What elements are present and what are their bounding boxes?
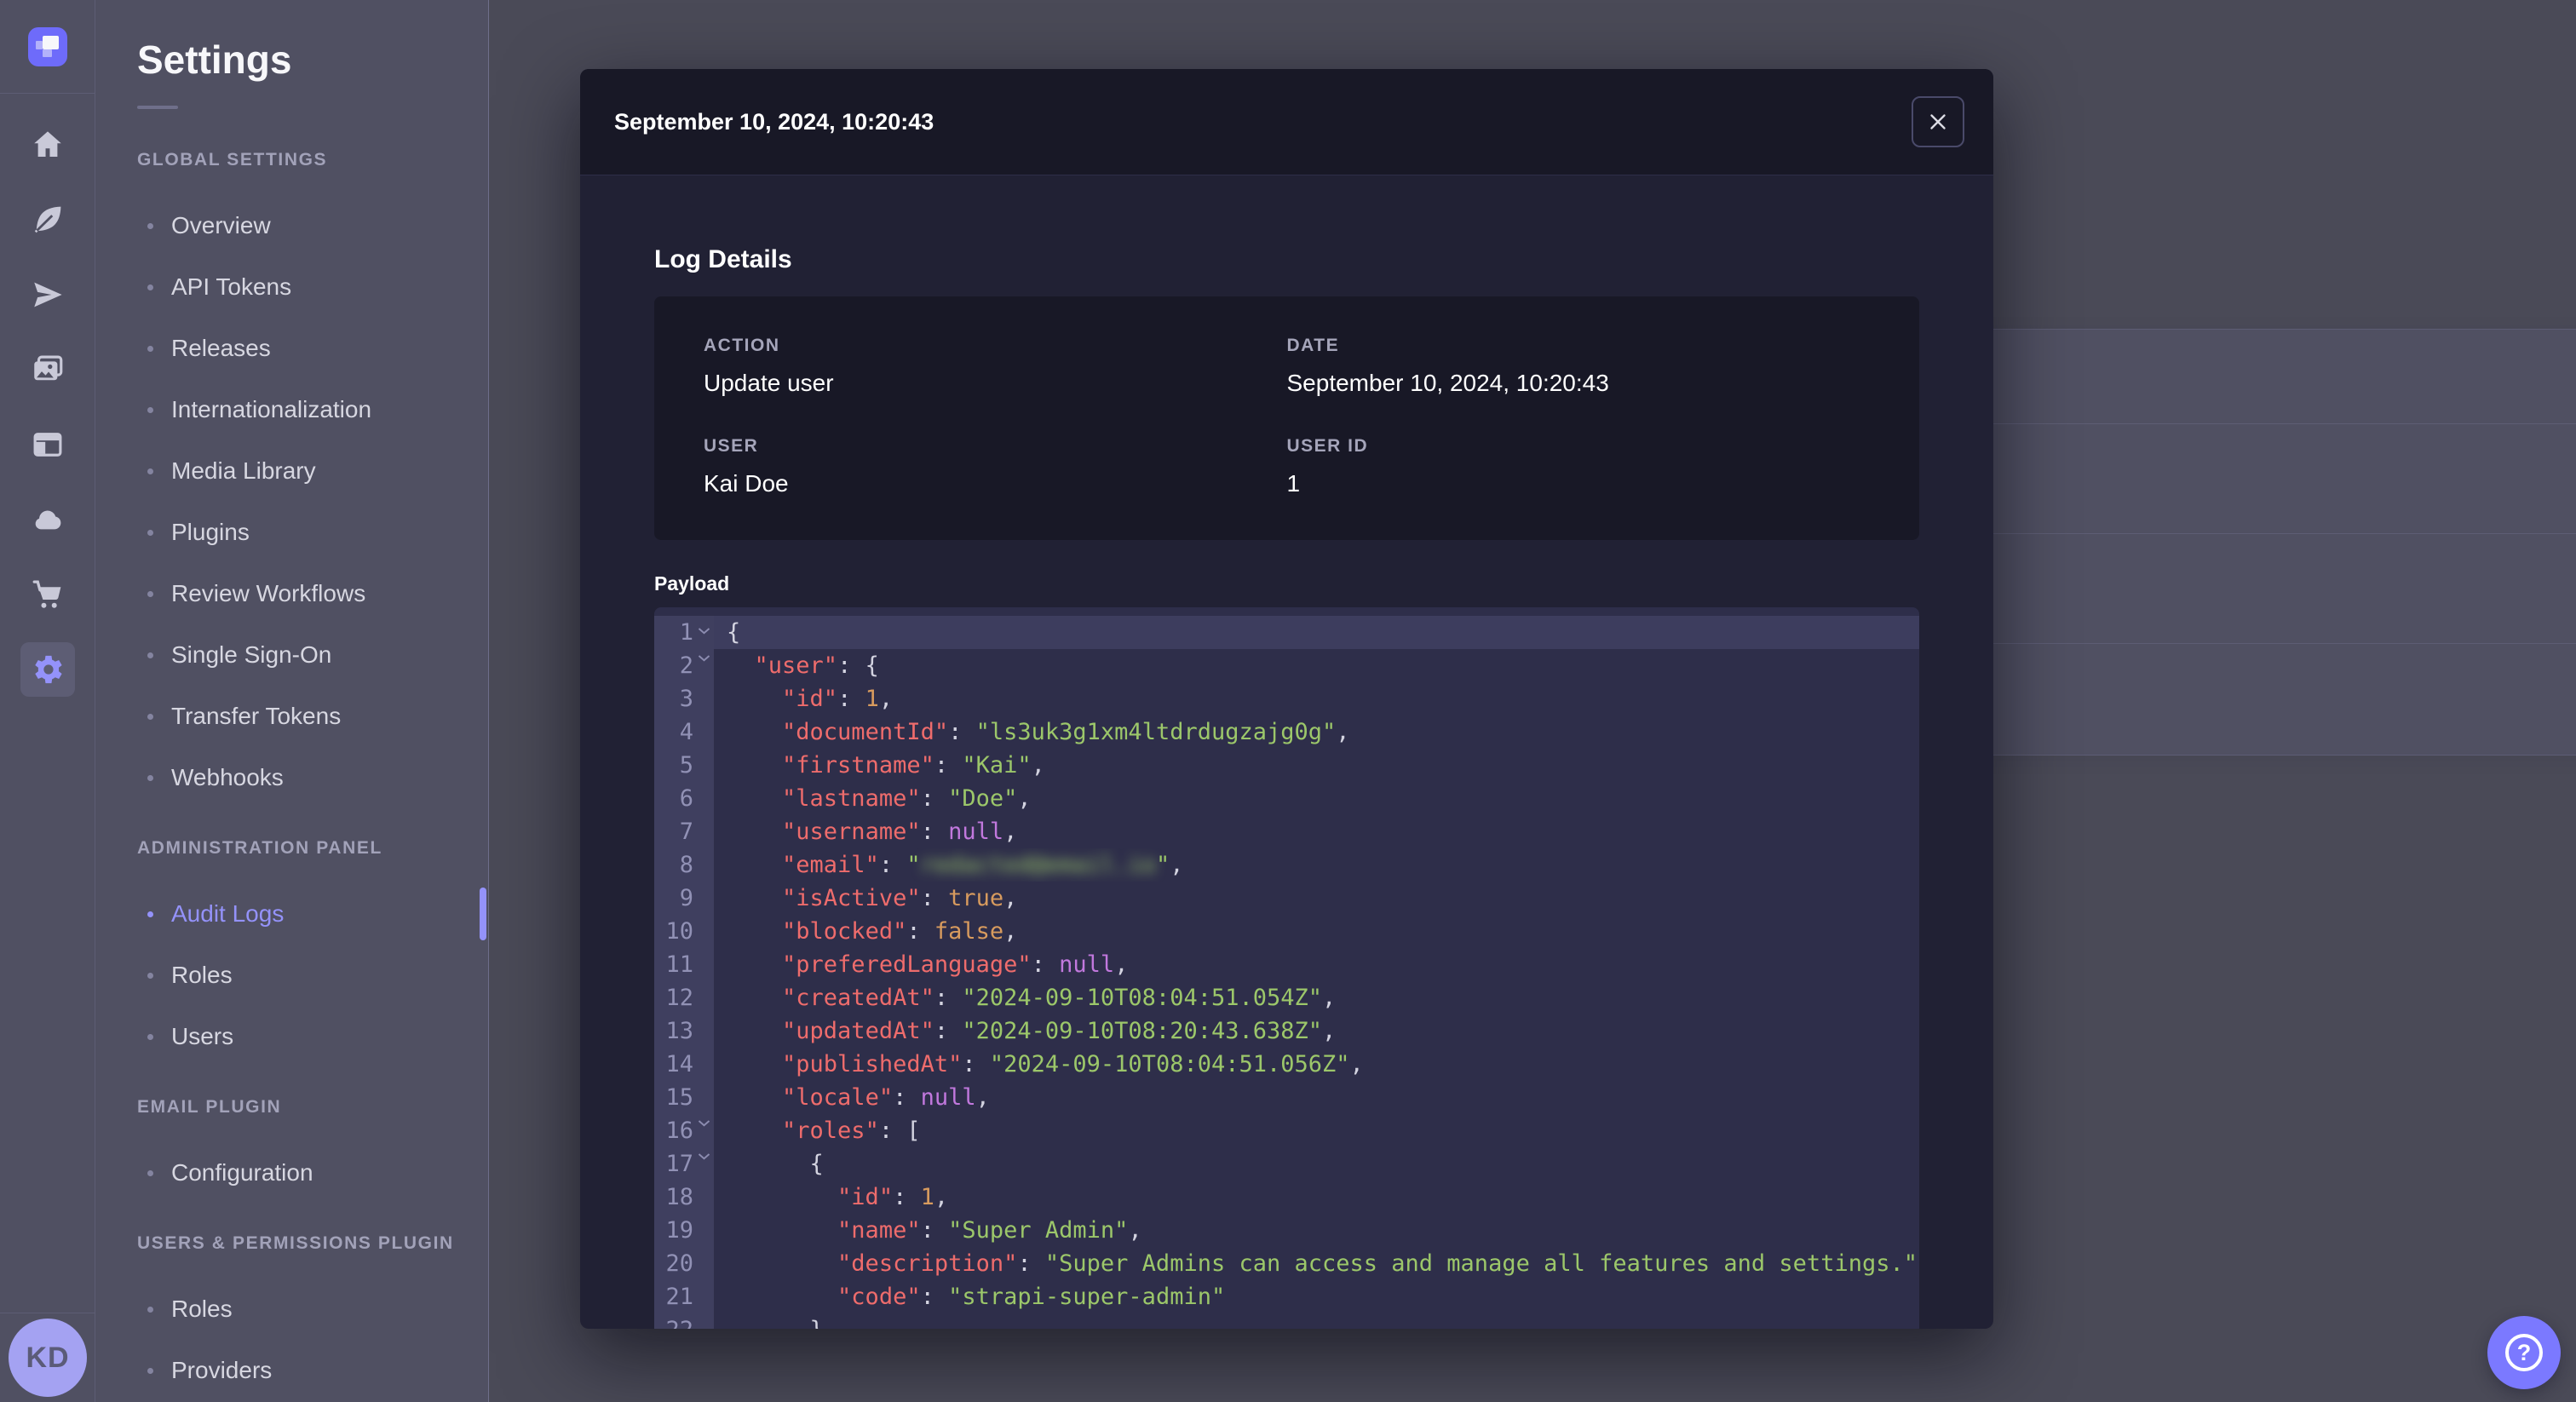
code-line: 18 "id": 1, bbox=[654, 1172, 1919, 1214]
detail-label: DATE bbox=[1286, 336, 1340, 355]
code-text: "firstname": "Kai", bbox=[782, 752, 1045, 779]
code-text: } bbox=[714, 1313, 1919, 1329]
code-line: 19 "name": "Super Admin", bbox=[654, 1205, 1919, 1247]
code-line: 16 "roles": [ bbox=[654, 1106, 1919, 1147]
code-line: 22 } bbox=[654, 1305, 1919, 1329]
close-button[interactable] bbox=[1912, 96, 1964, 147]
detail-value: Update user bbox=[704, 370, 834, 396]
question-mark-icon: ? bbox=[2505, 1334, 2543, 1371]
payload-label: Payload bbox=[654, 572, 730, 595]
modal-body: Log Details ACTION Update user DATE Septemb… bbox=[580, 245, 1993, 1329]
code-line: 4 "documentId": "ls3uk3g1xm4ltdrdugzajg0… bbox=[654, 707, 1919, 749]
detail-value: Kai Doe bbox=[704, 470, 789, 497]
log-detail-user-id: USER ID 1 bbox=[1287, 436, 1871, 497]
strapi-admin-screen: KD Settings GLOBAL SETTINGS Overview API T… bbox=[0, 0, 2576, 1402]
log-details-modal: September 10, 2024, 10:20:43 Log Details… bbox=[580, 69, 1993, 1329]
detail-value: September 10, 2024, 10:20:43 bbox=[1286, 370, 1609, 396]
modal-title: September 10, 2024, 10:20:43 bbox=[614, 108, 934, 135]
code-text: "preferedLanguage": null, bbox=[782, 951, 1129, 978]
fold-chevron-icon[interactable] bbox=[698, 654, 710, 663]
log-details-heading: Log Details bbox=[654, 245, 792, 273]
log-detail-user: USER Kai Doe bbox=[704, 436, 1287, 497]
redacted-email: redacted@email.io bbox=[920, 852, 1156, 878]
detail-label: USER bbox=[704, 436, 759, 456]
code-text: "blocked": false, bbox=[782, 918, 1018, 945]
code-line: 13 "updatedAt": "2024-09-10T08:20:43.638… bbox=[654, 1006, 1919, 1048]
code-text: "isActive": true, bbox=[782, 885, 1018, 911]
code-line: 7 "username": null, bbox=[654, 807, 1919, 848]
fold-chevron-icon[interactable] bbox=[698, 627, 710, 635]
code-text: "publishedAt": "2024-09-10T08:04:51.056Z… bbox=[782, 1051, 1364, 1077]
code-text: "name": "Super Admin", bbox=[837, 1217, 1142, 1244]
code-text: "id": 1, bbox=[837, 1184, 949, 1210]
line-number[interactable]: 22 bbox=[654, 1305, 714, 1329]
fold-chevron-icon[interactable] bbox=[698, 1152, 710, 1161]
code-line: 17 { bbox=[654, 1139, 1919, 1181]
code-line: 11 "preferedLanguage": null, bbox=[654, 939, 1919, 981]
log-detail-date: DATE September 10, 2024, 10:20:43 bbox=[1287, 336, 1871, 397]
modal-header: September 10, 2024, 10:20:43 bbox=[580, 69, 1993, 175]
code-line: 12 "createdAt": "2024-09-10T08:04:51.054… bbox=[654, 973, 1919, 1014]
code-text: "createdAt": "2024-09-10T08:04:51.054Z", bbox=[782, 985, 1337, 1011]
code-text: "id": 1, bbox=[782, 686, 894, 712]
code-text: "code": "strapi-super-admin" bbox=[837, 1284, 1226, 1310]
code-line: 5 "firstname": "Kai", bbox=[654, 740, 1919, 782]
code-line: 20 "description": "Super Admins can acce… bbox=[654, 1238, 1919, 1280]
code-text: "description": "Super Admins can access … bbox=[837, 1250, 1919, 1277]
code-text: "lastname": "Doe", bbox=[782, 785, 1032, 812]
code-text: "email": "redacted@email.io", bbox=[782, 852, 1184, 878]
code-text: "roles": [ bbox=[782, 1118, 921, 1144]
code-text: "user": { bbox=[754, 652, 879, 679]
code-text: "updatedAt": "2024-09-10T08:20:43.638Z", bbox=[782, 1018, 1337, 1044]
close-icon bbox=[1930, 114, 1946, 129]
detail-value: 1 bbox=[1286, 470, 1301, 497]
log-details-panel: ACTION Update user DATE September 10, 2024,… bbox=[654, 296, 1919, 540]
log-detail-action: ACTION Update user bbox=[704, 336, 1287, 397]
code-line: 2 "user": { bbox=[654, 641, 1919, 682]
code-text: "locale": null, bbox=[782, 1084, 990, 1111]
code-text: { bbox=[727, 1151, 824, 1177]
code-line: 3 "id": 1, bbox=[654, 674, 1919, 715]
code-line: 9 "isActive": true, bbox=[654, 873, 1919, 915]
code-line: 10 "blocked": false, bbox=[654, 906, 1919, 948]
detail-label: USER ID bbox=[1286, 436, 1369, 456]
payload-json-viewer[interactable]: 1 {2 "user": {3 "id": 1, 4 "documentId": … bbox=[654, 607, 1919, 1329]
code-text: "username": null, bbox=[782, 819, 1018, 845]
code-line: 1 { bbox=[654, 616, 1919, 649]
code-text: { bbox=[714, 616, 1919, 649]
code-line: 15 "locale": null, bbox=[654, 1072, 1919, 1114]
code-line: 14 "publishedAt": "2024-09-10T08:04:51.0… bbox=[654, 1039, 1919, 1081]
code-text: "documentId": "ls3uk3g1xm4ltdrdugzajg0g"… bbox=[782, 719, 1350, 745]
code-line: 21 "code": "strapi-super-admin" bbox=[654, 1272, 1919, 1313]
fold-chevron-icon[interactable] bbox=[698, 1119, 710, 1128]
help-button[interactable]: ? bbox=[2487, 1316, 2561, 1389]
code-line: 8 "email": "redacted@email.io", bbox=[654, 840, 1919, 882]
code-line: 6 "lastname": "Doe", bbox=[654, 773, 1919, 815]
detail-label: ACTION bbox=[704, 336, 780, 355]
